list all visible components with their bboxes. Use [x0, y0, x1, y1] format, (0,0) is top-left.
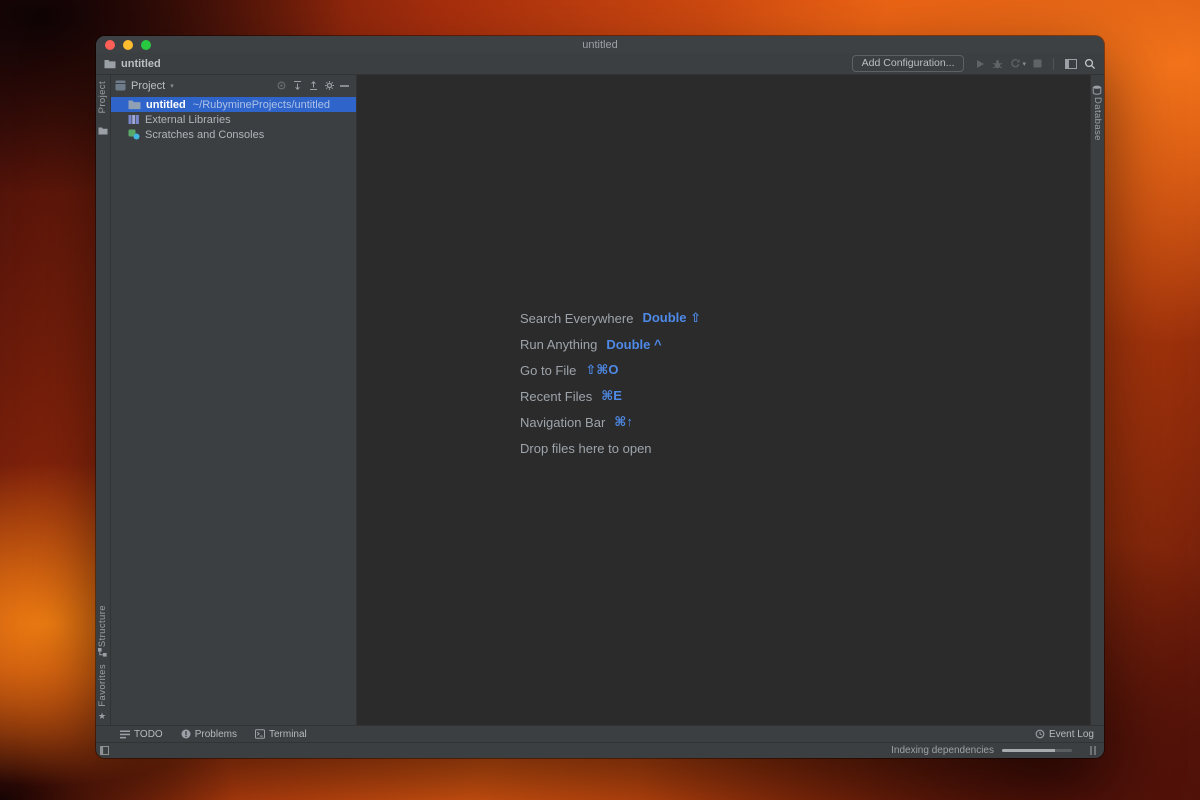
libraries-icon	[128, 114, 140, 125]
editor-hint: Go to File ⇧⌘O	[520, 357, 701, 383]
hint-label: Navigation Bar	[520, 414, 606, 430]
main-area: Project Structure Favorites ★ Project ▾	[96, 75, 1104, 725]
event-log-icon	[1035, 729, 1045, 739]
hint-label: Drop files here to open	[520, 440, 652, 456]
hint-shortcut: ⌘↑	[614, 414, 633, 429]
project-panel-title[interactable]: Project	[131, 80, 165, 92]
run-with-coverage-button[interactable]: ▾	[1010, 58, 1026, 69]
progress-bar	[1002, 749, 1072, 752]
tree-item-label: Scratches and Consoles	[145, 128, 265, 141]
editor-hint: Navigation Bar ⌘↑	[520, 409, 701, 435]
editor-hint: Drop files here to open	[520, 435, 701, 461]
ide-window: untitled untitled Add Configuration... ▾…	[96, 36, 1104, 758]
status-text: Indexing dependencies	[891, 745, 994, 756]
settings-gear-icon[interactable]	[324, 80, 335, 91]
editor-hint: Recent Files ⌘E	[520, 383, 701, 409]
search-everywhere-button[interactable]	[1084, 58, 1096, 70]
main-toolbar: untitled Add Configuration... ▾	[96, 53, 1104, 75]
toolbar-separator	[1053, 57, 1054, 70]
toolwindow-label: TODO	[134, 728, 163, 740]
tree-item-path: ~/RubymineProjects/untitled	[192, 98, 330, 111]
tree-item-scratches-and-consoles[interactable]: Scratches and Consoles	[111, 127, 356, 142]
event-log-label: Event Log	[1048, 728, 1094, 740]
structure-icon[interactable]	[98, 645, 107, 661]
stripe-structure-button[interactable]: Structure	[97, 605, 108, 647]
close-button[interactable]	[105, 40, 115, 50]
toolwindow-toggle-icon[interactable]	[100, 746, 109, 755]
statusbar: Indexing dependencies	[96, 742, 1104, 758]
hint-label: Search Everywhere	[520, 310, 634, 326]
layout-button[interactable]	[1065, 58, 1077, 69]
folder-icon	[128, 99, 141, 110]
editor-area[interactable]: Search Everywhere Double ⇧ Run Anything Dou…	[357, 75, 1090, 725]
desktop-wallpaper: untitled untitled Add Configuration... ▾…	[0, 0, 1200, 800]
run-button[interactable]	[975, 59, 985, 69]
project-panel-header: Project ▾	[111, 75, 356, 96]
bottombar-items: TODO Problems Terminal	[120, 729, 307, 740]
right-toolwindow-stripe: Database	[1090, 75, 1104, 725]
pause-icon[interactable]	[1090, 746, 1096, 755]
left-toolwindow-stripe: Project Structure Favorites ★	[96, 75, 111, 725]
scratches-icon	[128, 129, 140, 140]
stripe-project-button[interactable]: Project	[97, 81, 108, 113]
hint-shortcut: Double ⇧	[642, 310, 702, 325]
editor-hint: Run Anything Double ^	[520, 331, 701, 357]
toolwindow-button-problems[interactable]: Problems	[181, 729, 237, 740]
tree-item-external-libraries[interactable]: External Libraries	[111, 112, 356, 127]
hint-shortcut: ⇧⌘O	[585, 362, 619, 377]
project-tree: untitled ~/RubymineProjects/untitled Exter…	[111, 96, 356, 142]
star-icon[interactable]: ★	[98, 712, 106, 721]
chevron-down-icon: ▾	[1022, 60, 1026, 68]
locate-icon[interactable]	[276, 80, 287, 91]
folder-icon[interactable]	[98, 123, 108, 139]
hint-label: Recent Files	[520, 388, 593, 404]
tree-item-label: untitled	[146, 98, 186, 111]
toolwindow-button-todo[interactable]: TODO	[120, 729, 163, 740]
problems-icon	[181, 729, 191, 739]
todo-icon	[120, 730, 130, 739]
toolwindow-bar: TODO Problems Terminal Event Log	[96, 725, 1104, 742]
zoom-button[interactable]	[141, 40, 151, 50]
hint-label: Go to File	[520, 362, 577, 378]
editor-hint: Search Everywhere Double ⇧	[520, 305, 701, 331]
titlebar[interactable]: untitled	[96, 36, 1104, 53]
tree-item-label: External Libraries	[145, 113, 231, 126]
project-panel: Project ▾ untitled ~/RubymineProjects/unt…	[111, 75, 357, 725]
editor-hints: Search Everywhere Double ⇧ Run Anything Dou…	[520, 305, 701, 461]
hint-label: Run Anything	[520, 336, 598, 352]
toolwindow-label: Problems	[194, 728, 237, 740]
hint-shortcut: ⌘E	[601, 388, 622, 403]
progress-fill	[1002, 749, 1055, 752]
chevron-down-icon[interactable]: ▾	[170, 82, 174, 90]
folder-icon	[104, 59, 116, 69]
event-log-button[interactable]: Event Log	[1035, 729, 1094, 740]
stripe-favorites-button[interactable]: Favorites	[97, 664, 108, 707]
collapse-all-icon[interactable]	[308, 80, 319, 91]
tree-item-untitled[interactable]: untitled ~/RubymineProjects/untitled	[111, 97, 356, 112]
terminal-icon	[254, 729, 265, 739]
toolwindow-label: Terminal	[268, 728, 307, 740]
stripe-database-button[interactable]: Database	[1092, 97, 1103, 141]
breadcrumb[interactable]: untitled	[104, 58, 161, 70]
window-title: untitled	[582, 38, 618, 51]
stop-button[interactable]	[1033, 59, 1042, 68]
breadcrumb-label: untitled	[121, 57, 161, 70]
project-tab-icon	[115, 80, 126, 91]
hide-panel-icon[interactable]	[340, 84, 349, 88]
traffic-lights	[105, 40, 151, 50]
hint-shortcut: Double ^	[606, 336, 662, 352]
expand-all-icon[interactable]	[292, 80, 303, 91]
toolwindow-button-terminal[interactable]: Terminal	[254, 728, 307, 740]
add-configuration-button[interactable]: Add Configuration...	[851, 55, 965, 72]
minimize-button[interactable]	[123, 40, 133, 50]
debug-button[interactable]	[992, 59, 1003, 69]
